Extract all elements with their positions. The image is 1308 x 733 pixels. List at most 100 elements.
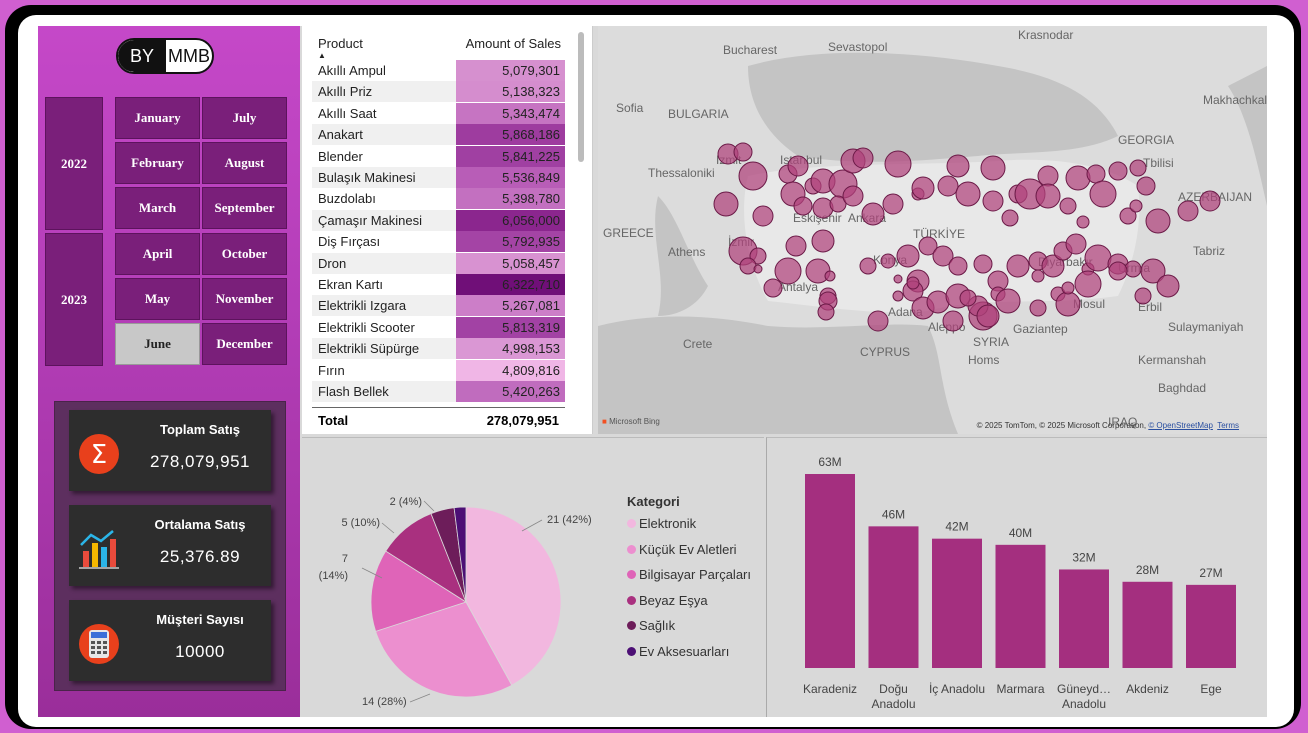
month-march[interactable]: March xyxy=(115,187,200,229)
month-july[interactable]: July xyxy=(202,97,287,139)
map-bubble[interactable] xyxy=(861,202,885,226)
map-bubble[interactable] xyxy=(733,142,753,162)
toggle-by[interactable]: BY xyxy=(118,40,166,72)
map-bubble[interactable] xyxy=(763,278,783,298)
map-bubble[interactable] xyxy=(752,205,774,227)
map-bubble[interactable] xyxy=(852,147,874,169)
month-may[interactable]: May xyxy=(115,278,200,320)
legend-item[interactable]: Elektronik xyxy=(627,516,696,531)
bar[interactable] xyxy=(1122,581,1173,668)
map-bubble[interactable] xyxy=(811,229,835,253)
table-row[interactable]: Buzdolabı 5,398,780 xyxy=(312,188,565,210)
map-bubble[interactable] xyxy=(1177,200,1199,222)
map-bubble[interactable] xyxy=(1037,165,1059,187)
table-row[interactable]: Akıllı Ampul 5,079,301 xyxy=(312,60,565,81)
map-bubble[interactable] xyxy=(1145,208,1171,234)
legend-item[interactable]: Ev Aksesuarları xyxy=(627,644,729,659)
legend-item[interactable]: Sağlık xyxy=(627,618,675,633)
toggle-mmb[interactable]: MMB xyxy=(166,40,212,72)
map-bubble[interactable] xyxy=(1134,287,1152,305)
bar[interactable] xyxy=(1186,584,1236,668)
map-bubble[interactable] xyxy=(976,304,1000,328)
map-bubble[interactable] xyxy=(867,310,889,332)
table-row[interactable]: Bulaşık Makinesi 5,536,849 xyxy=(312,167,565,188)
map-bubble[interactable] xyxy=(785,235,807,257)
legend-item[interactable]: Bilgisayar Parçaları xyxy=(627,567,751,582)
table-scrollbar[interactable] xyxy=(578,32,584,162)
month-october[interactable]: October xyxy=(202,233,287,275)
map-bubble[interactable] xyxy=(1055,291,1081,317)
map-bubble[interactable] xyxy=(1084,244,1112,272)
map-bubble[interactable] xyxy=(1065,165,1091,191)
map-bubble[interactable] xyxy=(948,256,968,276)
map-bubble[interactable] xyxy=(1124,260,1142,278)
map-bubble[interactable] xyxy=(973,254,993,274)
map-bubble[interactable] xyxy=(817,303,835,321)
month-september[interactable]: September xyxy=(202,187,287,229)
map-bubble[interactable] xyxy=(1129,159,1147,177)
map-bubble[interactable] xyxy=(1031,269,1045,283)
map-bubble[interactable] xyxy=(1061,281,1075,295)
map-bubble[interactable] xyxy=(946,154,970,178)
bar[interactable] xyxy=(1059,569,1109,668)
map-bubble[interactable] xyxy=(812,197,834,219)
map-bubble[interactable] xyxy=(1108,261,1128,281)
month-november[interactable]: November xyxy=(202,278,287,320)
map-bubble[interactable] xyxy=(738,161,768,191)
legend-item[interactable]: Küçük Ev Aletleri xyxy=(627,542,737,557)
map-bubble[interactable] xyxy=(906,276,920,290)
map-bubble[interactable] xyxy=(882,193,904,215)
map-bubble[interactable] xyxy=(1001,209,1019,227)
map-bubble[interactable] xyxy=(859,257,877,275)
map-bubble[interactable] xyxy=(1076,215,1090,229)
map-bubble[interactable] xyxy=(995,288,1021,314)
map-bubble[interactable] xyxy=(753,264,763,274)
year-2022[interactable]: 2022 xyxy=(45,97,103,230)
bar[interactable] xyxy=(805,474,855,668)
map-bubble[interactable] xyxy=(1156,274,1180,298)
table-row[interactable]: Ekran Kartı 6,322,710 xyxy=(312,274,565,295)
osm-link[interactable]: © OpenStreetMap xyxy=(1148,421,1213,430)
map-bubble[interactable] xyxy=(1136,176,1156,196)
bar[interactable] xyxy=(868,526,919,668)
map-canvas[interactable]: Bucharest Sevastopol Krasnodar Sofia BULGARI… xyxy=(598,26,1267,434)
table-row[interactable]: Çamaşır Makinesi 6,056,000 xyxy=(312,209,565,231)
table-row[interactable]: Elektrikli Izgara 5,267,081 xyxy=(312,295,565,317)
month-august[interactable]: August xyxy=(202,142,287,184)
table-row[interactable]: Blender 5,841,225 xyxy=(312,145,565,167)
map-bubble[interactable] xyxy=(787,155,809,177)
year-2023[interactable]: 2023 xyxy=(45,233,103,366)
map-bubble[interactable] xyxy=(1035,183,1061,209)
map-bubble[interactable] xyxy=(911,176,935,200)
month-january[interactable]: January xyxy=(115,97,200,139)
sort-ascending-icon[interactable]: ▲ xyxy=(318,51,326,60)
month-december[interactable]: December xyxy=(202,323,287,365)
map-bubble[interactable] xyxy=(980,155,1006,181)
map-bubble[interactable] xyxy=(1199,190,1221,212)
map-bubble[interactable] xyxy=(1029,299,1047,317)
terms-link[interactable]: Terms xyxy=(1217,421,1239,430)
map-bubble[interactable] xyxy=(942,310,964,332)
map-bubble[interactable] xyxy=(793,196,813,216)
map-bubble[interactable] xyxy=(1108,161,1128,181)
map-bubble[interactable] xyxy=(1089,180,1117,208)
table-row[interactable]: Akıllı Saat 5,343,474 xyxy=(312,102,565,124)
map-bubble[interactable] xyxy=(955,181,981,207)
legend-item[interactable]: Beyaz Eşya xyxy=(627,593,708,608)
map-bubble[interactable] xyxy=(1006,254,1030,278)
map-bubble[interactable] xyxy=(959,289,977,307)
table-row[interactable]: Dron 5,058,457 xyxy=(312,252,565,274)
map-bubble[interactable] xyxy=(774,257,802,285)
table-row[interactable]: Flash Bellek 5,420,263 xyxy=(312,381,565,402)
map-bubble[interactable] xyxy=(1129,199,1143,213)
bar[interactable] xyxy=(932,538,982,668)
map-bubble[interactable] xyxy=(896,244,920,268)
map-bubble[interactable] xyxy=(1074,270,1102,298)
map-bubble[interactable] xyxy=(824,270,836,282)
map-bubble[interactable] xyxy=(880,253,896,269)
map-bubble[interactable] xyxy=(937,175,959,197)
month-june[interactable]: June xyxy=(115,323,200,365)
table-row[interactable]: Akıllı Priz 5,138,323 xyxy=(312,81,565,103)
sales-map[interactable]: Bucharest Sevastopol Krasnodar Sofia BULGARI… xyxy=(598,26,1267,434)
map-bubble[interactable] xyxy=(842,185,864,207)
